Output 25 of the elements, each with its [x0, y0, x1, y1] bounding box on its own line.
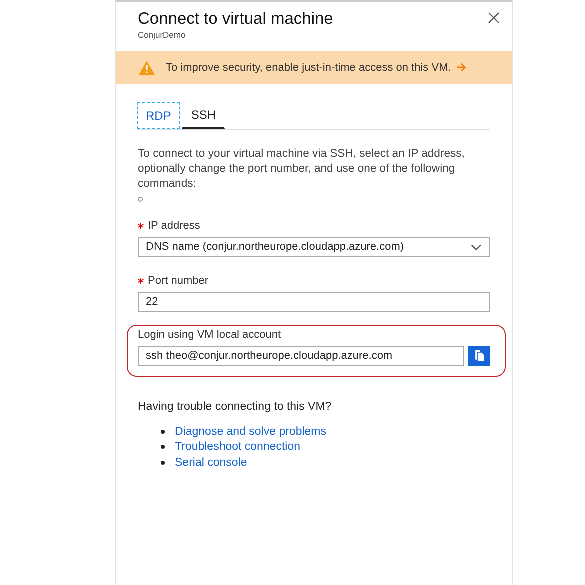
input-field[interactable]: ssh theo@conjur.northeurope.cloudapp.azure.com: [138, 346, 464, 366]
field-label: IP address: [148, 220, 200, 232]
chevron-down-icon: [471, 244, 482, 250]
input-field[interactable]: 22: [138, 292, 490, 312]
instructions-text: To connect to your virtual machine via SSH, select an IP address, optionally change the port number, and use one of the following commands:: [138, 147, 466, 192]
bullet-icon: [161, 460, 165, 465]
panel-title: Connect to virtual machine: [138, 9, 334, 29]
help-link[interactable]: Troubleshoot connection: [175, 441, 301, 454]
panel-subtitle: ConjurDemo: [138, 30, 187, 40]
field-label: Port number: [148, 275, 209, 287]
banner-text: To improve security, enable just-in-time access on this VM.: [166, 62, 452, 74]
warning-icon: [138, 60, 156, 76]
field-label: Login using VM local account: [138, 329, 282, 341]
tab[interactable]: RDP: [137, 102, 180, 129]
help-heading: Having trouble connecting to this VM?: [138, 401, 333, 413]
dropdown-field[interactable]: DNS name (conjur.northeurope.cloudapp.azure.com): [138, 237, 490, 257]
help-link[interactable]: Diagnose and solve problems: [175, 426, 327, 438]
small-circle-icon: [138, 197, 143, 202]
tab[interactable]: SSH: [182, 102, 226, 129]
copy-icon: [474, 349, 484, 363]
close-icon: [488, 12, 500, 24]
bullet-icon: [161, 445, 165, 450]
help-link[interactable]: Serial console: [175, 456, 248, 469]
copy-button[interactable]: [468, 346, 490, 366]
bullet-icon: [161, 430, 165, 434]
